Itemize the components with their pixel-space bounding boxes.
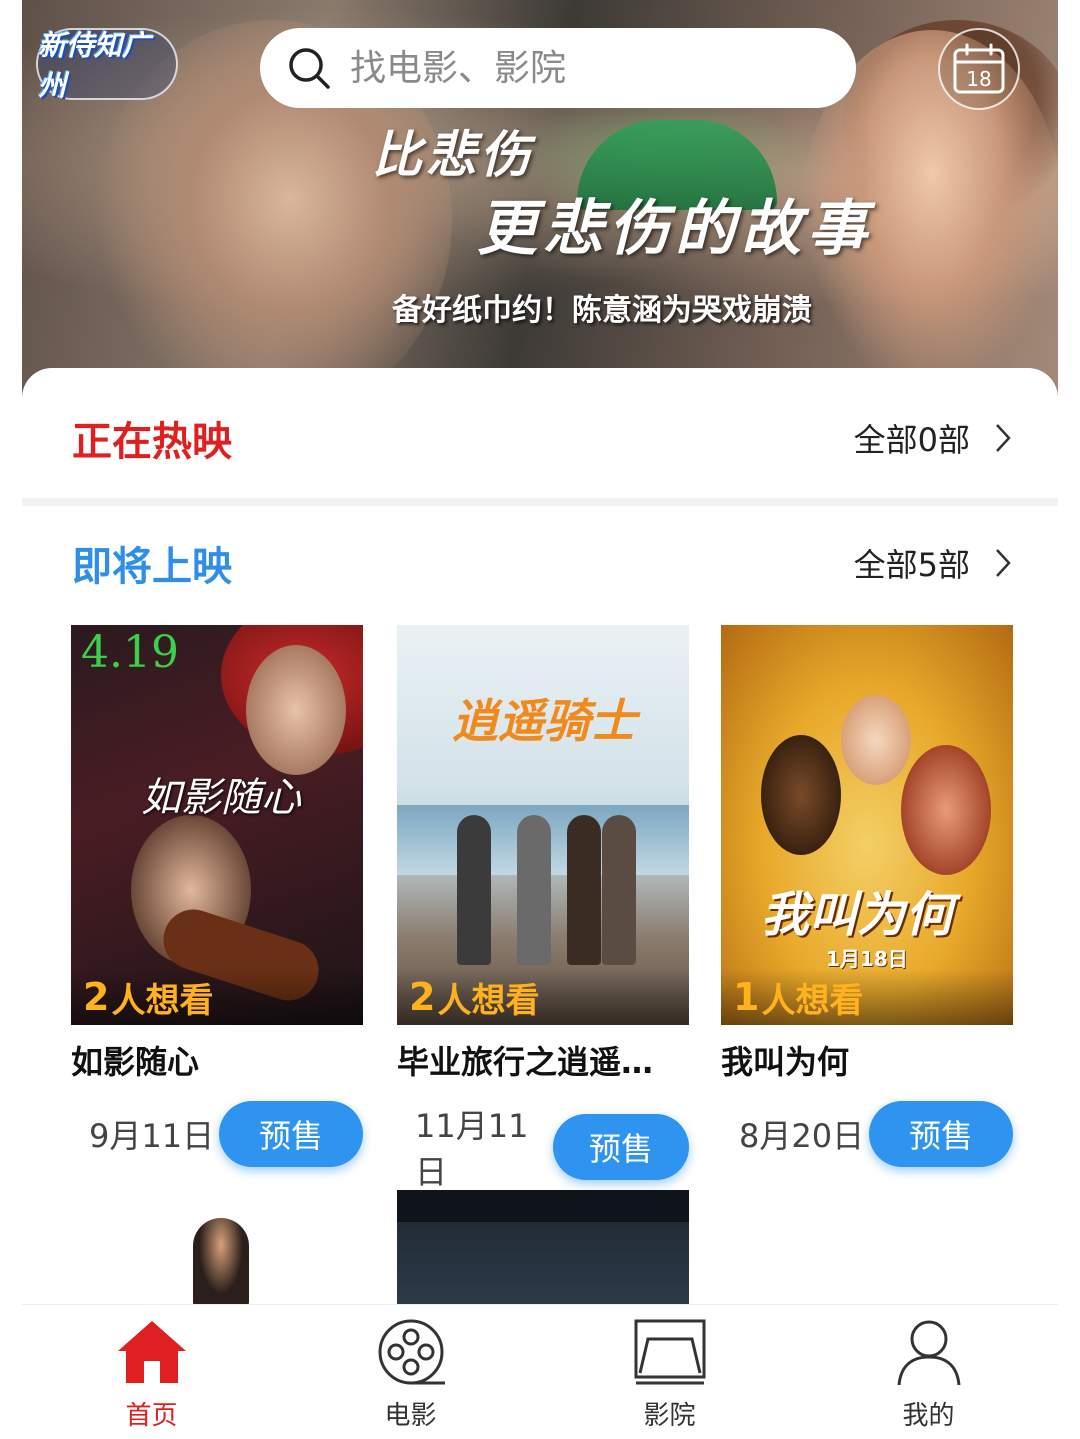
poster-motorbike: [517, 815, 551, 965]
presale-button[interactable]: 预售: [869, 1101, 1013, 1167]
poster-figure: [193, 1218, 249, 1304]
poster-figure: [761, 735, 841, 855]
city-logo: 新侍知广州: [36, 28, 178, 102]
tab-movies[interactable]: 电影: [281, 1305, 540, 1439]
banner-headline-2: 更悲伤的故事: [477, 194, 873, 264]
want-suffix: 人想看: [761, 980, 864, 1021]
now-showing-all-link[interactable]: 全部0部: [854, 415, 1012, 461]
calendar-day: 18: [966, 67, 991, 91]
poster-date: 4.19: [81, 627, 179, 678]
coming-soon-all-label: 全部5部: [853, 546, 970, 584]
banner-headline-1: 比悲伤: [372, 125, 534, 184]
film-reel-icon: [378, 1319, 445, 1385]
release-date: 8月20日: [739, 1117, 865, 1155]
chevron-right-icon: [996, 549, 1011, 577]
coming-soon-all-link[interactable]: 全部5部: [854, 540, 1012, 586]
want-to-see-badge: 2 人想看: [71, 969, 363, 1025]
movie-footer: 11月11日 预售: [397, 1101, 689, 1193]
home-icon: [117, 1321, 186, 1383]
chevron-right-icon: [996, 424, 1011, 452]
search-input[interactable]: [350, 47, 830, 89]
coming-soon-title: 即将上映: [72, 544, 232, 590]
poster-title: 如影随心: [141, 775, 301, 821]
movie-title[interactable]: 毕业旅行之逍遥…: [397, 1037, 689, 1083]
movie-poster[interactable]: 逍遥骑士 2 人想看: [397, 625, 689, 1025]
movie-footer: 9月11日 预售: [71, 1101, 363, 1167]
want-to-see-badge: 1 人想看: [721, 969, 1013, 1025]
search-bar[interactable]: [260, 28, 856, 108]
calendar-icon: 18: [953, 43, 1005, 94]
want-count: 2: [83, 975, 110, 1019]
poster-figure: [567, 815, 601, 965]
poster-actress: [246, 645, 346, 775]
poster-figure: [602, 815, 636, 965]
now-showing-all-label: 全部0部: [853, 421, 970, 459]
poster-figure: [841, 695, 911, 785]
content-card: 正在热映 全部0部 即将上映 全部5部 4.19 如影随心 2 人想看 如影随心…: [22, 368, 1058, 1304]
want-count: 1: [733, 975, 760, 1019]
movie-poster[interactable]: [397, 1190, 689, 1304]
movie-card[interactable]: 逍遥骑士 2 人想看 毕业旅行之逍遥… 11月11日 预售: [397, 625, 689, 1193]
poster-tagline: [397, 1190, 689, 1222]
now-showing-title: 正在热映: [72, 419, 232, 465]
tab-movies-label: 电影: [384, 1401, 437, 1431]
poster-title: 我叫为何: [761, 887, 954, 943]
poster-figure: [457, 815, 491, 965]
movie-poster[interactable]: 我叫为何 1月18日 1 人想看: [721, 625, 1013, 1025]
presale-button[interactable]: 预售: [219, 1101, 363, 1167]
release-date: 11月11日: [415, 1107, 529, 1191]
city-logo-text: 新侍知广州: [38, 29, 151, 102]
bottom-tab-bar: 首页 电影 影院 我的: [22, 1304, 1058, 1439]
tab-cinemas-label: 影院: [643, 1401, 696, 1431]
movie-title[interactable]: 如影随心: [71, 1037, 363, 1083]
want-suffix: 人想看: [437, 980, 540, 1021]
want-to-see-badge: 2 人想看: [397, 969, 689, 1025]
search-icon: [289, 48, 330, 89]
tab-home[interactable]: 首页: [22, 1305, 281, 1439]
poster-date: 1月18日: [826, 947, 908, 971]
now-showing-header: 正在热映 全部0部: [22, 378, 1058, 498]
tab-cinemas[interactable]: 影院: [540, 1305, 799, 1439]
want-count: 2: [409, 975, 436, 1019]
movie-poster[interactable]: 4.19 如影随心 2 人想看: [71, 625, 363, 1025]
movie-title[interactable]: 我叫为何: [721, 1037, 1013, 1083]
tab-home-label: 首页: [125, 1401, 178, 1431]
banner-subhead: 备好纸巾约！陈意涵为哭戏崩溃: [392, 293, 812, 328]
presale-button[interactable]: 预售: [552, 1114, 689, 1180]
poster-title: 逍遥骑士: [452, 694, 636, 748]
want-suffix: 人想看: [111, 980, 214, 1021]
movie-card[interactable]: 4.19 如影随心 2 人想看 如影随心 9月11日 预售: [71, 625, 363, 1167]
user-icon: [897, 1320, 960, 1386]
movie-poster[interactable]: [71, 1190, 363, 1304]
tab-profile[interactable]: 我的: [799, 1305, 1058, 1439]
poster-figure: [901, 745, 991, 875]
tab-profile-label: 我的: [902, 1401, 955, 1431]
movie-footer: 8月20日 预售: [721, 1101, 1013, 1167]
movie-card[interactable]: 我叫为何 1月18日 1 人想看 我叫为何 8月20日 预售: [721, 625, 1013, 1167]
calendar-button[interactable]: 18: [938, 28, 1020, 110]
coming-soon-header: 即将上映 全部5部: [22, 503, 1058, 623]
cinema-screen-icon: [634, 1319, 705, 1385]
release-date: 9月11日: [89, 1117, 215, 1155]
